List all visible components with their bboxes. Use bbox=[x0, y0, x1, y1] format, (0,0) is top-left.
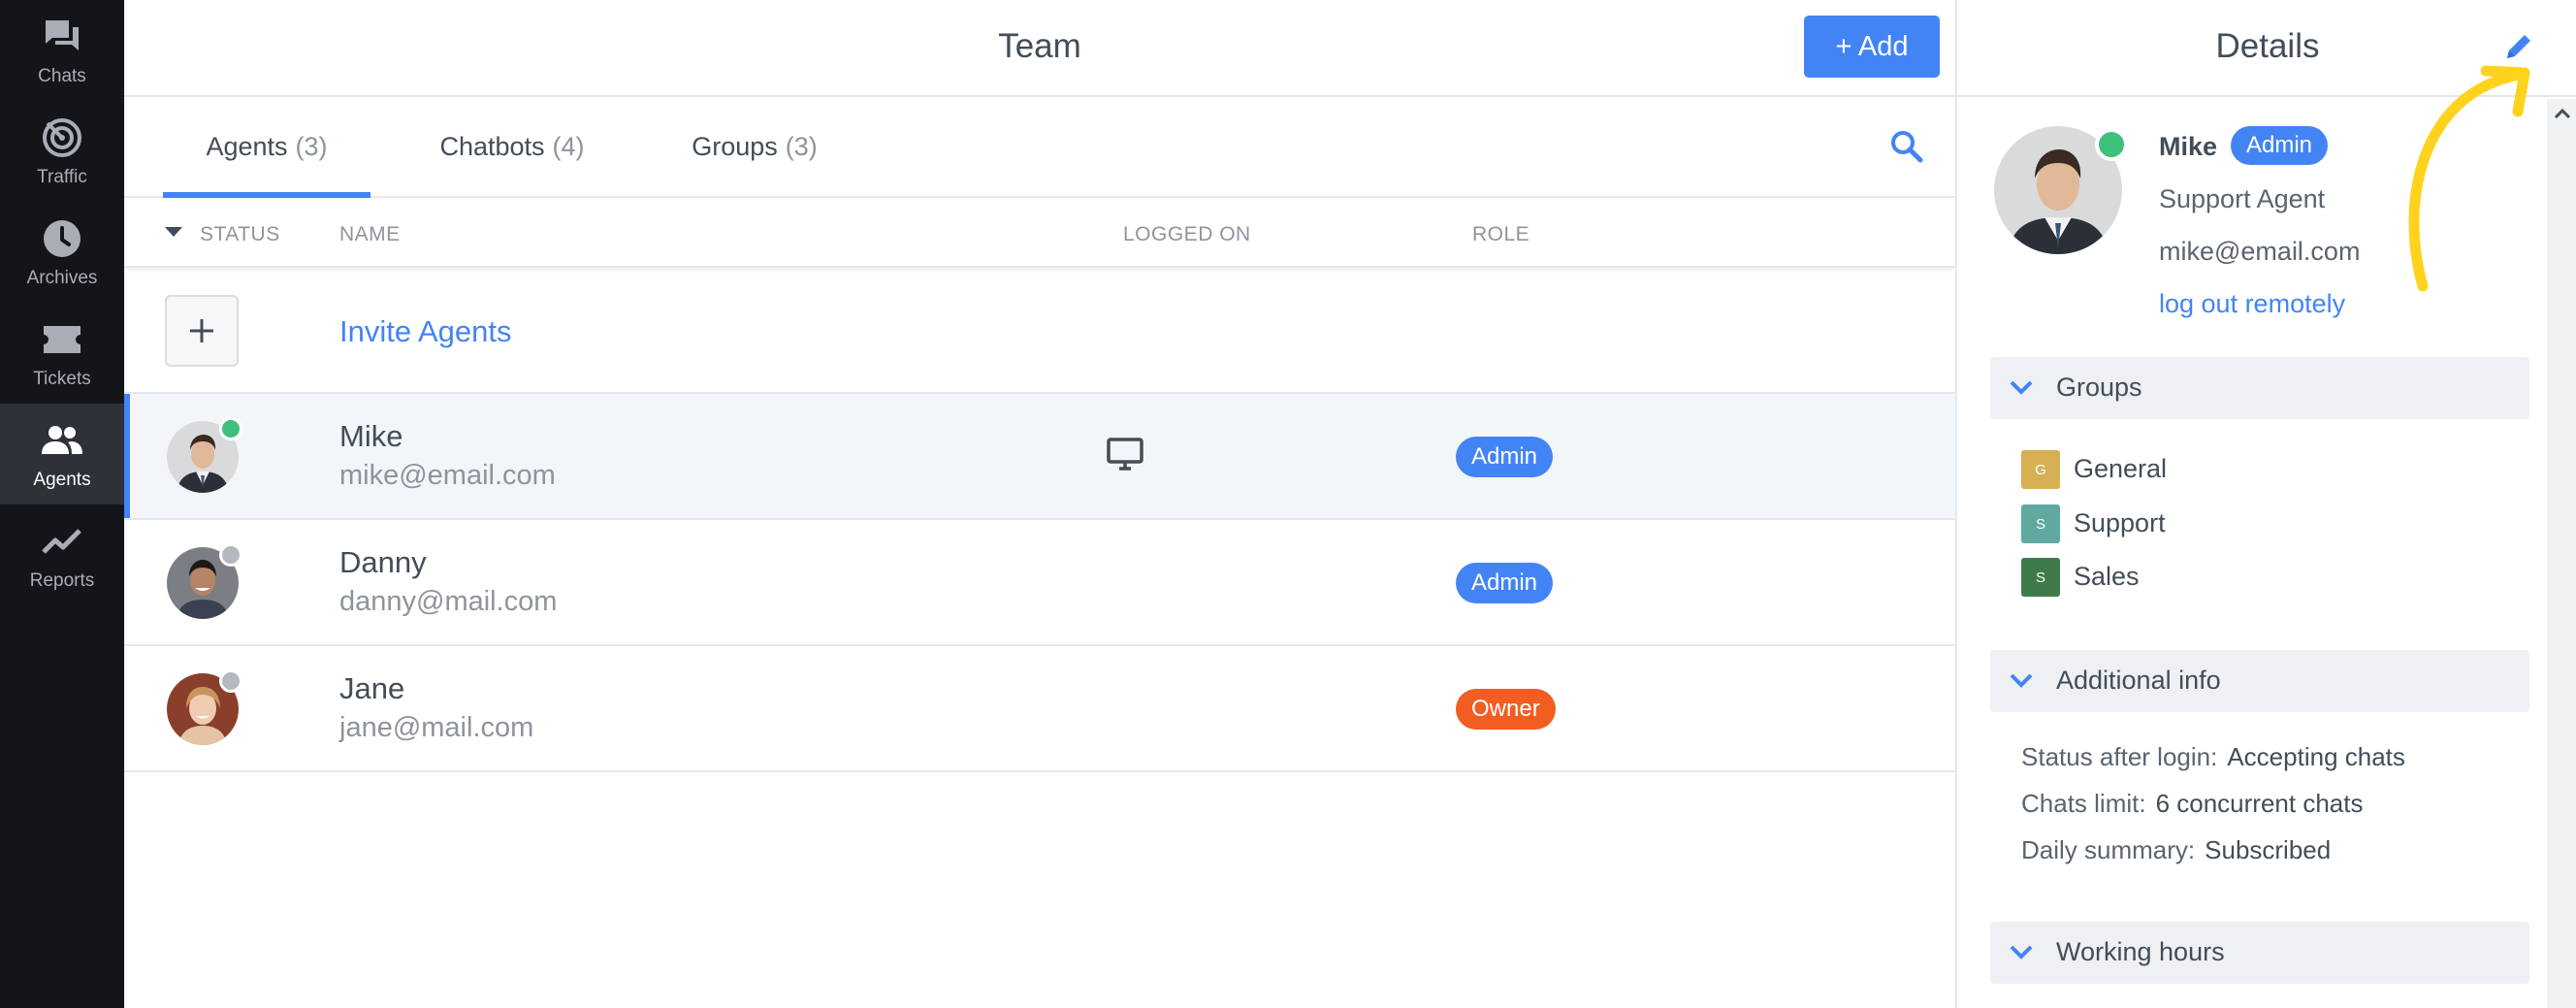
details-panel: Details Mike Admin Support Agent mike@em… bbox=[1955, 0, 2576, 1008]
info-row: Daily summary: Subscribed bbox=[2021, 835, 2331, 865]
nav-label: Chats bbox=[38, 66, 86, 86]
scrollbar[interactable] bbox=[2547, 99, 2576, 1008]
tab-count: (3) bbox=[295, 131, 328, 161]
group-initial: S bbox=[2021, 558, 2060, 597]
role-badge: Admin bbox=[1456, 437, 1554, 477]
agent-name: Danny bbox=[339, 545, 427, 579]
agent-email: danny@mail.com bbox=[339, 586, 558, 617]
info-key: Chats limit: bbox=[2021, 789, 2146, 818]
nav-label: Tickets bbox=[33, 369, 91, 389]
left-nav: Chats Traffic Archives Tickets Agents Re… bbox=[0, 0, 124, 1008]
groups-section-header[interactable]: Groups bbox=[1990, 357, 2529, 419]
nav-label: Reports bbox=[29, 570, 95, 591]
status-online-dot bbox=[219, 417, 242, 440]
info-row: Status after login: Accepting chats bbox=[2021, 742, 2405, 772]
chevron-down-icon bbox=[2010, 945, 2033, 959]
table-header: STATUS NAME LOGGED ON ROLE bbox=[124, 200, 1955, 268]
section-title: Additional info bbox=[2056, 666, 2221, 695]
scroll-up-icon[interactable] bbox=[2547, 99, 2576, 130]
main-content: Team + Add Agents (3) Chatbots (4) Groups(… bbox=[124, 0, 1955, 1008]
desktop-icon bbox=[1106, 435, 1144, 473]
role-badge: Admin bbox=[2231, 126, 2329, 165]
search-icon[interactable] bbox=[1887, 127, 1926, 166]
log-out-remotely-link[interactable]: log out remotely bbox=[2159, 289, 2345, 319]
additional-info-section-header[interactable]: Additional info bbox=[1990, 650, 2529, 712]
nav-item-agents[interactable]: Agents bbox=[0, 404, 124, 504]
page-title: Team bbox=[998, 27, 1081, 65]
topbar: Team + Add bbox=[124, 0, 1955, 97]
agent-name: Jane bbox=[339, 671, 405, 705]
sort-caret-icon[interactable] bbox=[165, 227, 182, 237]
agent-email: jane@mail.com bbox=[339, 712, 534, 743]
clock-icon bbox=[41, 217, 83, 260]
tabs: Agents (3) Chatbots (4) Groups (3) bbox=[124, 97, 1955, 198]
agent-email: mike@email.com bbox=[339, 460, 556, 491]
info-key: Status after login: bbox=[2021, 742, 2218, 771]
column-role[interactable]: ROLE bbox=[1472, 223, 1530, 246]
nav-item-reports[interactable]: Reports bbox=[0, 504, 124, 605]
agent-name: Mike bbox=[339, 419, 403, 453]
group-initial: S bbox=[2021, 504, 2060, 543]
agent-name: Mike bbox=[2159, 132, 2218, 161]
invite-plus-button[interactable] bbox=[165, 295, 239, 367]
traffic-icon bbox=[41, 116, 83, 159]
plus-icon bbox=[190, 319, 213, 342]
nav-label: Agents bbox=[33, 470, 91, 490]
chevron-down-icon bbox=[2010, 673, 2033, 688]
agent-email: mike@email.com bbox=[2159, 237, 2361, 266]
ticket-icon bbox=[41, 318, 83, 361]
tab-count: (3) bbox=[785, 131, 818, 161]
table-row[interactable]: Danny danny@mail.com Admin bbox=[124, 520, 1955, 646]
status-online-dot bbox=[2095, 128, 2128, 161]
add-button[interactable]: + Add bbox=[1804, 16, 1940, 78]
column-name[interactable]: NAME bbox=[339, 223, 401, 246]
tab-label: Agents bbox=[206, 131, 288, 161]
group-name: Sales bbox=[2074, 562, 2140, 591]
annotation-arrow-icon bbox=[2408, 65, 2530, 292]
chevron-down-icon bbox=[2010, 380, 2033, 395]
invite-agents-link[interactable]: Invite Agents bbox=[339, 314, 512, 349]
group-initial: G bbox=[2021, 450, 2060, 489]
agents-icon bbox=[41, 419, 83, 462]
group-name: Support bbox=[2074, 508, 2166, 537]
nav-item-tickets[interactable]: Tickets bbox=[0, 303, 124, 404]
info-value: 6 concurrent chats bbox=[2155, 789, 2364, 818]
invite-row: Invite Agents bbox=[124, 270, 1955, 394]
info-value: Subscribed bbox=[2205, 835, 2332, 864]
nav-item-chats[interactable]: Chats bbox=[0, 0, 124, 101]
info-value: Accepting chats bbox=[2227, 742, 2405, 771]
tab-label: Chatbots bbox=[439, 131, 545, 161]
working-hours-section-header[interactable]: Working hours bbox=[1990, 922, 2529, 984]
group-name: General bbox=[2074, 454, 2168, 483]
status-offline-dot bbox=[219, 669, 242, 693]
tab-chatbots[interactable]: Chatbots (4) bbox=[405, 97, 619, 196]
table-row[interactable]: Mike mike@email.com Admin bbox=[124, 394, 1955, 520]
column-status[interactable]: STATUS bbox=[200, 223, 280, 246]
role-badge: Owner bbox=[1456, 689, 1556, 730]
tab-label: Groups bbox=[692, 131, 778, 161]
tab-count: (4) bbox=[552, 131, 585, 161]
reports-icon bbox=[41, 520, 83, 563]
info-key: Daily summary: bbox=[2021, 835, 2196, 864]
tab-agents[interactable]: Agents (3) bbox=[163, 97, 370, 198]
status-offline-dot bbox=[219, 543, 242, 567]
nav-item-traffic[interactable]: Traffic bbox=[0, 101, 124, 202]
tab-groups[interactable]: Groups (3) bbox=[648, 97, 861, 196]
info-row: Chats limit: 6 concurrent chats bbox=[2021, 789, 2363, 819]
nav-label: Traffic bbox=[37, 167, 87, 187]
nav-item-archives[interactable]: Archives bbox=[0, 202, 124, 303]
section-title: Groups bbox=[2056, 373, 2142, 402]
column-logged-on[interactable]: LOGGED ON bbox=[1123, 223, 1251, 246]
table-row[interactable]: Jane jane@mail.com Owner bbox=[124, 646, 1955, 772]
chats-icon bbox=[41, 16, 83, 58]
role-badge: Admin bbox=[1456, 563, 1554, 603]
agent-job-title: Support Agent bbox=[2159, 184, 2326, 213]
nav-label: Archives bbox=[26, 268, 98, 288]
section-title: Working hours bbox=[2056, 937, 2225, 966]
